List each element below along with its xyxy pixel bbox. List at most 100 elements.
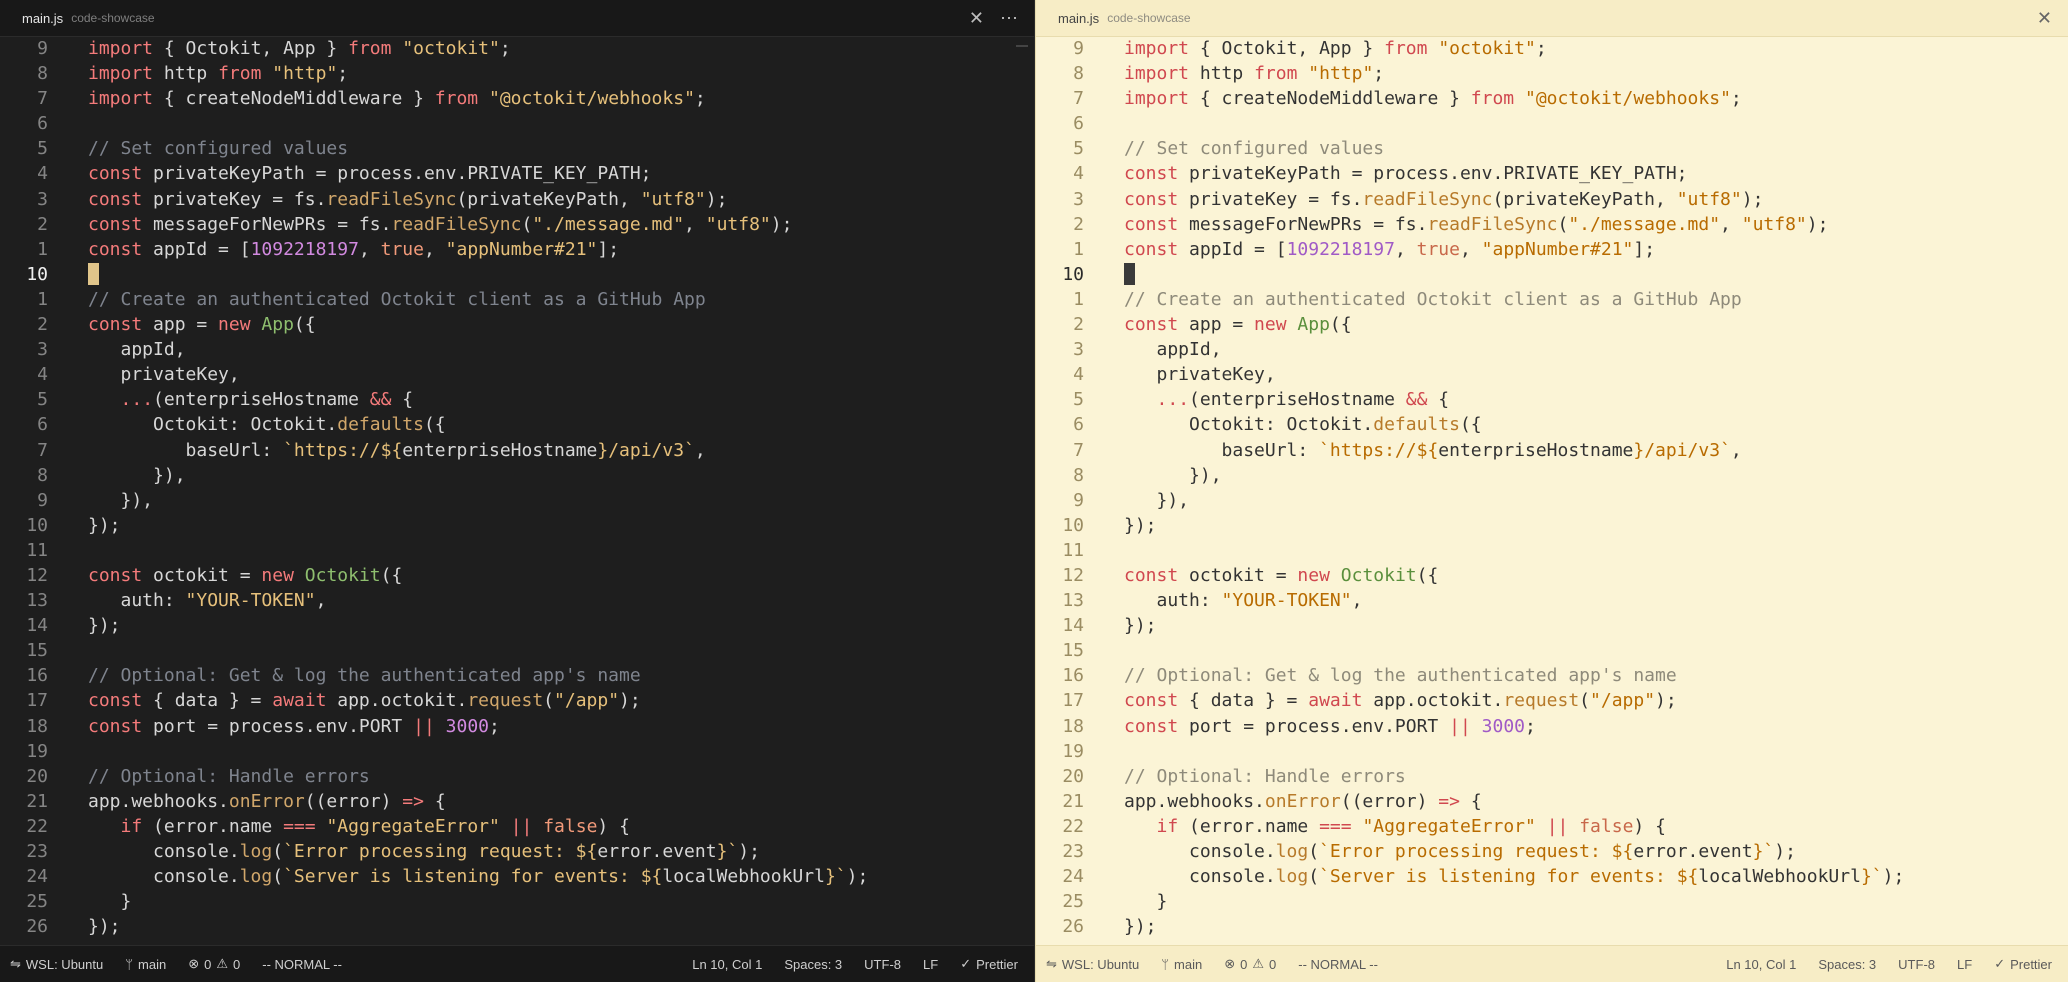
close-icon[interactable]: ✕: [2037, 8, 2052, 29]
code-token: true: [1416, 238, 1460, 260]
code-line[interactable]: 15: [0, 638, 1034, 663]
code-line[interactable]: 6: [1036, 111, 2068, 136]
code-line[interactable]: 4 privateKey,: [1036, 362, 2068, 387]
tab-filename[interactable]: main.js: [1058, 11, 1099, 26]
code-line[interactable]: 7 import { createNodeMiddleware } from "@…: [1036, 86, 2068, 111]
code-line[interactable]: 1 const appId = [1092218197, true, "appNu…: [0, 237, 1034, 262]
code-line[interactable]: 10});: [0, 513, 1034, 538]
code-line[interactable]: 24 console.log(`Server is listening for …: [1036, 864, 2068, 889]
code-line[interactable]: 3 appId,: [1036, 337, 2068, 362]
code-content: const port = process.env.PORT || 3000;: [68, 714, 500, 739]
code-line[interactable]: 3 appId,: [0, 337, 1034, 362]
code-line[interactable]: 11: [1036, 538, 2068, 563]
code-line[interactable]: 8 import http from "http";: [0, 61, 1034, 86]
indentation[interactable]: Spaces: 3: [1818, 957, 1876, 972]
code-line[interactable]: 23 console.log(`Error processing request…: [0, 839, 1034, 864]
code-line[interactable]: 6 Octokit: Octokit.defaults({: [1036, 412, 2068, 437]
code-line[interactable]: 25 }: [1036, 889, 2068, 914]
code-line[interactable]: 6: [0, 111, 1034, 136]
branch-indicator[interactable]: ᛘ main: [125, 957, 166, 972]
code-line[interactable]: 8 }),: [0, 463, 1034, 488]
code-line[interactable]: 16 // Optional: Get & log the authenticat…: [1036, 663, 2068, 688]
code-line[interactable]: 13 auth: "YOUR-TOKEN",: [0, 588, 1034, 613]
code-line[interactable]: 2 const messageForNewPRs = fs.readFileSyn…: [1036, 212, 2068, 237]
code-line[interactable]: 5 ...(enterpriseHostname && {: [0, 387, 1034, 412]
code-line[interactable]: 10});: [1036, 513, 2068, 538]
code-line[interactable]: 4 const privateKeyPath = process.env.PRIV…: [0, 161, 1034, 186]
code-line[interactable]: 21 app.webhooks.onError((error) => {: [1036, 789, 2068, 814]
line-ending[interactable]: LF: [923, 957, 938, 972]
code-line[interactable]: 24 console.log(`Server is listening for …: [0, 864, 1034, 889]
code-line[interactable]: 5 ...(enterpriseHostname && {: [1036, 387, 2068, 412]
code-line[interactable]: 8 import http from "http";: [1036, 61, 2068, 86]
code-line[interactable]: 1 // Create an authenticated Octokit clie…: [0, 287, 1034, 312]
code-line[interactable]: 10: [1036, 262, 2068, 287]
code-line[interactable]: 7 baseUrl: `https://${enterpriseHostname…: [1036, 438, 2068, 463]
code-line[interactable]: 23 console.log(`Error processing request…: [1036, 839, 2068, 864]
code-line[interactable]: 18 const port = process.env.PORT || 3000;: [1036, 714, 2068, 739]
code-line[interactable]: 1 // Create an authenticated Octokit clie…: [1036, 287, 2068, 312]
code-line[interactable]: 14});: [0, 613, 1034, 638]
code-line[interactable]: 3 const privateKey = fs.readFileSync(priv…: [0, 187, 1034, 212]
code-line[interactable]: 22 if (error.name === "AggregateError" |…: [0, 814, 1034, 839]
indentation[interactable]: Spaces: 3: [784, 957, 842, 972]
code-line[interactable]: 26});: [0, 914, 1034, 939]
code-line[interactable]: 2 const app = new App({: [0, 312, 1034, 337]
code-line[interactable]: 17 const { data } = await app.octokit.req…: [0, 688, 1034, 713]
code-line[interactable]: 3 const privateKey = fs.readFileSync(priv…: [1036, 187, 2068, 212]
code-line[interactable]: 21 app.webhooks.onError((error) => {: [0, 789, 1034, 814]
code-line[interactable]: 9 }),: [1036, 488, 2068, 513]
code-line[interactable]: 25 }: [0, 889, 1034, 914]
code-line[interactable]: 22 if (error.name === "AggregateError" |…: [1036, 814, 2068, 839]
code-line[interactable]: 10: [0, 262, 1034, 287]
scrollbar-marker[interactable]: [1016, 45, 1028, 47]
code-line[interactable]: 8 }),: [1036, 463, 2068, 488]
code-line[interactable]: 17 const { data } = await app.octokit.req…: [1036, 688, 2068, 713]
code-token: (: [1557, 213, 1569, 235]
code-line[interactable]: 4 const privateKeyPath = process.env.PRIV…: [1036, 161, 2068, 186]
remote-indicator[interactable]: ⇋ WSL: Ubuntu: [10, 956, 103, 972]
problems-indicator[interactable]: ⊗ 0 ⚠ 0: [1224, 956, 1276, 972]
code-line[interactable]: 7 baseUrl: `https://${enterpriseHostname…: [0, 438, 1034, 463]
problems-indicator[interactable]: ⊗ 0 ⚠ 0: [188, 956, 240, 972]
code-line[interactable]: 2 const app = new App({: [1036, 312, 2068, 337]
code-line[interactable]: 6 Octokit: Octokit.defaults({: [0, 412, 1034, 437]
code-line[interactable]: 19: [0, 739, 1034, 764]
line-ending[interactable]: LF: [1957, 957, 1972, 972]
code-line[interactable]: 9 import { Octokit, App } from "octokit";: [1036, 36, 2068, 61]
remote-indicator[interactable]: ⇋ WSL: Ubuntu: [1046, 956, 1139, 972]
code-editor[interactable]: 9 import { Octokit, App } from "octokit";…: [0, 36, 1034, 946]
code-line[interactable]: 1 const appId = [1092218197, true, "appNu…: [1036, 237, 2068, 262]
encoding[interactable]: UTF-8: [864, 957, 901, 972]
code-line[interactable]: 5 // Set configured values: [1036, 136, 2068, 161]
code-line[interactable]: 20 // Optional: Handle errors: [0, 764, 1034, 789]
code-line[interactable]: 18 const port = process.env.PORT || 3000;: [0, 714, 1034, 739]
formatter-indicator[interactable]: ✓ Prettier: [960, 956, 1018, 972]
code-line[interactable]: 11: [0, 538, 1034, 563]
code-editor[interactable]: 9 import { Octokit, App } from "octokit";…: [1036, 36, 2068, 946]
code-line[interactable]: 5 // Set configured values: [0, 136, 1034, 161]
code-line[interactable]: 14});: [1036, 613, 2068, 638]
code-line[interactable]: 12 const octokit = new Octokit({: [0, 563, 1034, 588]
code-line[interactable]: 13 auth: "YOUR-TOKEN",: [1036, 588, 2068, 613]
tab-filename[interactable]: main.js: [22, 11, 63, 26]
code-line[interactable]: 7 import { createNodeMiddleware } from "@…: [0, 86, 1034, 111]
code-line[interactable]: 4 privateKey,: [0, 362, 1034, 387]
code-line[interactable]: 9 import { Octokit, App } from "octokit";: [0, 36, 1034, 61]
code-line[interactable]: 2 const messageForNewPRs = fs.readFileSyn…: [0, 212, 1034, 237]
cursor-position[interactable]: Ln 10, Col 1: [692, 957, 762, 972]
code-token: // Optional: Get & log the authenticated…: [1124, 665, 1677, 687]
code-line[interactable]: 19: [1036, 739, 2068, 764]
close-icon[interactable]: ✕: [969, 8, 984, 29]
code-line[interactable]: 12 const octokit = new Octokit({: [1036, 563, 2068, 588]
code-line[interactable]: 26});: [1036, 914, 2068, 939]
formatter-indicator[interactable]: ✓ Prettier: [1994, 956, 2052, 972]
code-line[interactable]: 16 // Optional: Get & log the authenticat…: [0, 663, 1034, 688]
code-line[interactable]: 15: [1036, 638, 2068, 663]
more-actions-icon[interactable]: ⋯: [1000, 8, 1018, 29]
code-line[interactable]: 9 }),: [0, 488, 1034, 513]
cursor-position[interactable]: Ln 10, Col 1: [1726, 957, 1796, 972]
encoding[interactable]: UTF-8: [1898, 957, 1935, 972]
code-line[interactable]: 20 // Optional: Handle errors: [1036, 764, 2068, 789]
branch-indicator[interactable]: ᛘ main: [1161, 957, 1202, 972]
